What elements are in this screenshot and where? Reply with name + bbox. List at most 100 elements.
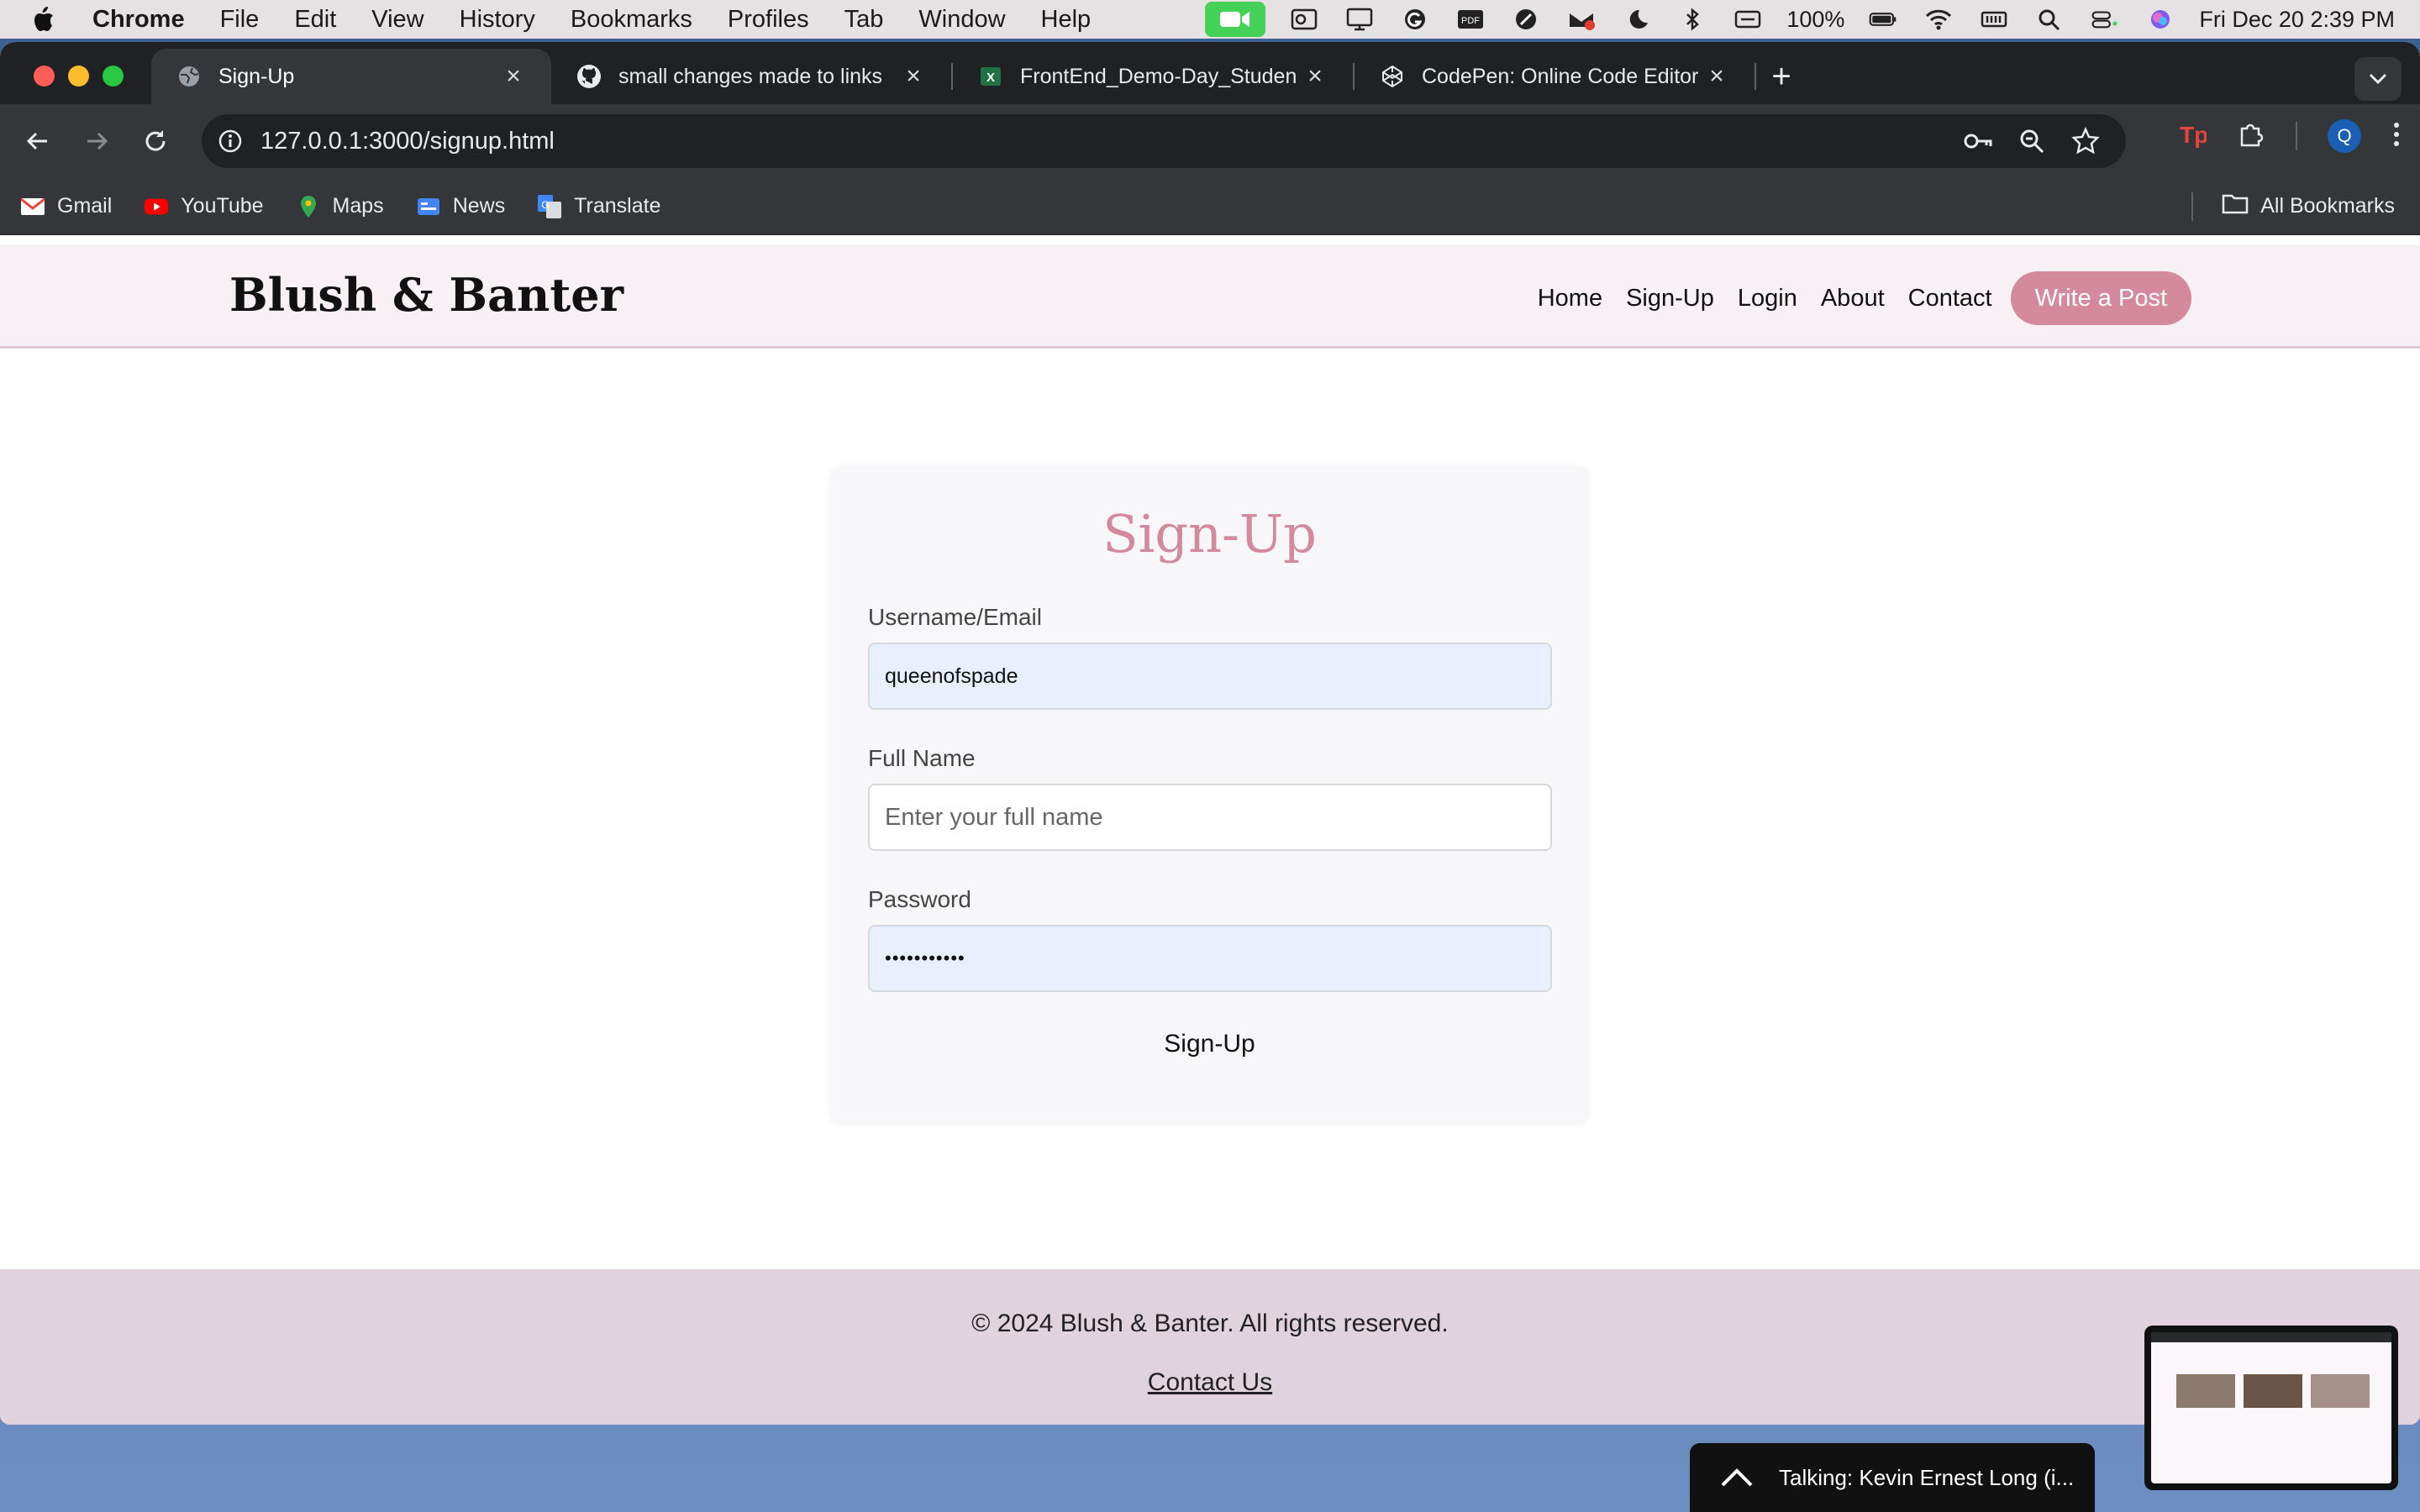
bookmark-label: Maps bbox=[332, 194, 384, 218]
facetime-icon[interactable] bbox=[1205, 2, 1266, 37]
tab-excel[interactable]: X FrontEnd_Demo-Day_Studen × bbox=[953, 49, 1353, 104]
thumbnail-image bbox=[2176, 1374, 2235, 1408]
menu-history[interactable]: History bbox=[460, 6, 535, 34]
call-status-banner[interactable]: Talking: Kevin Ernest Long (i... bbox=[1690, 1443, 2095, 1512]
fullname-label: Full Name bbox=[868, 745, 976, 771]
toolbar-divider bbox=[2296, 122, 2297, 150]
outlook-icon[interactable] bbox=[1287, 6, 1321, 33]
maximize-window-icon[interactable] bbox=[103, 66, 124, 87]
menu-file[interactable]: File bbox=[220, 6, 260, 34]
translate-icon: G bbox=[537, 194, 562, 219]
close-tab-icon[interactable]: × bbox=[1704, 62, 1729, 91]
browser-toolbar: 127.0.0.1:3000/signup.html Tp Q bbox=[0, 104, 2420, 178]
site-info-icon[interactable] bbox=[212, 128, 249, 155]
write-post-button[interactable]: Write a Post bbox=[2010, 271, 2191, 325]
username-input[interactable]: queenofspade bbox=[868, 643, 1552, 710]
github-icon bbox=[576, 64, 602, 89]
grammarly-icon[interactable] bbox=[1398, 6, 1432, 33]
display-icon[interactable] bbox=[1343, 6, 1376, 33]
pdf-icon[interactable]: PDF bbox=[1454, 6, 1487, 33]
site-logo[interactable]: Blush & Banter bbox=[229, 268, 623, 322]
nav-about[interactable]: About bbox=[1821, 285, 1885, 312]
menu-view[interactable]: View bbox=[371, 6, 424, 34]
nav-home[interactable]: Home bbox=[1538, 285, 1602, 312]
nav-contact[interactable]: Contact bbox=[1908, 285, 1992, 312]
tab-github[interactable]: small changes made to links × bbox=[551, 49, 951, 104]
gmail-notifier-icon[interactable] bbox=[1565, 6, 1598, 33]
password-key-icon[interactable] bbox=[1963, 126, 1993, 156]
tab-sign-up[interactable]: Sign-Up × bbox=[151, 49, 551, 104]
macos-menu-bar: Chrome File Edit View History Bookmarks … bbox=[0, 0, 2420, 39]
tab-title: Sign-Up bbox=[218, 64, 295, 88]
close-tab-icon[interactable]: × bbox=[501, 62, 526, 91]
minimize-window-icon[interactable] bbox=[68, 66, 89, 87]
menu-app-name[interactable]: Chrome bbox=[92, 6, 185, 34]
all-bookmarks[interactable]: All Bookmarks bbox=[2222, 192, 2395, 220]
reload-icon[interactable] bbox=[136, 122, 175, 160]
bookmark-label: Translate bbox=[574, 194, 661, 218]
url-text[interactable]: 127.0.0.1:3000/signup.html bbox=[260, 128, 1963, 155]
menubar-status-area: PDF 100% Fri Dec 20 2:39 PM bbox=[1205, 0, 2395, 39]
close-window-icon[interactable] bbox=[34, 66, 55, 87]
tool-icon[interactable] bbox=[1509, 6, 1543, 33]
contact-us-link[interactable]: Contact Us bbox=[1148, 1368, 1272, 1397]
password-label: Password bbox=[868, 886, 971, 912]
keyboard-input-icon[interactable] bbox=[1731, 6, 1765, 33]
chrome-menu-icon[interactable] bbox=[2391, 120, 2402, 153]
profile-avatar[interactable]: Q bbox=[2328, 119, 2361, 153]
moon-icon[interactable] bbox=[1620, 6, 1654, 33]
bookmark-translate[interactable]: G Translate bbox=[537, 194, 661, 219]
forward-icon[interactable] bbox=[77, 122, 116, 160]
tab-title: small changes made to links bbox=[618, 64, 883, 88]
svg-text:PDF: PDF bbox=[1461, 16, 1480, 26]
window-controls bbox=[34, 66, 124, 87]
menu-help[interactable]: Help bbox=[1041, 6, 1092, 34]
password-input[interactable]: ••••••••••• bbox=[868, 925, 1552, 992]
spotlight-search-icon[interactable] bbox=[2033, 6, 2066, 33]
zoom-icon[interactable] bbox=[2017, 126, 2047, 156]
news-icon bbox=[416, 194, 441, 219]
apple-menu-icon[interactable] bbox=[30, 5, 64, 34]
fullname-input[interactable]: Enter your full name bbox=[868, 784, 1552, 851]
nav-login[interactable]: Login bbox=[1738, 285, 1797, 312]
nav-sign-up[interactable]: Sign-Up bbox=[1626, 285, 1714, 312]
bookmarks-divider bbox=[2191, 192, 2193, 221]
new-tab-icon[interactable]: + bbox=[1756, 58, 1807, 96]
address-bar[interactable]: 127.0.0.1:3000/signup.html bbox=[202, 114, 2126, 168]
siri-icon[interactable] bbox=[2144, 6, 2177, 33]
tab-title: CodePen: Online Code Editor bbox=[1422, 64, 1699, 88]
extension-tp-icon[interactable]: Tp bbox=[2178, 121, 2208, 152]
signup-submit-button[interactable]: Sign-Up bbox=[831, 1030, 1588, 1058]
thumbnail-image bbox=[2244, 1374, 2302, 1408]
extensions-puzzle-icon[interactable] bbox=[2237, 120, 2265, 153]
control-center-icon[interactable] bbox=[2088, 6, 2122, 33]
memory-icon[interactable] bbox=[1977, 6, 2011, 33]
close-tab-icon[interactable]: × bbox=[1302, 62, 1328, 91]
menu-profiles[interactable]: Profiles bbox=[728, 6, 809, 34]
tab-search-icon[interactable] bbox=[2354, 57, 2402, 101]
menubar-clock[interactable]: Fri Dec 20 2:39 PM bbox=[2199, 7, 2395, 33]
chevron-up-icon[interactable] bbox=[1712, 1467, 1762, 1488]
screen-share-thumbnail[interactable] bbox=[2144, 1326, 2398, 1490]
youtube-icon bbox=[144, 194, 169, 219]
menu-bookmarks[interactable]: Bookmarks bbox=[571, 6, 692, 34]
close-tab-icon[interactable]: × bbox=[901, 62, 926, 91]
bookmark-news[interactable]: News bbox=[416, 194, 505, 219]
bookmark-gmail[interactable]: Gmail bbox=[20, 194, 112, 219]
tab-codepen[interactable]: CodePen: Online Code Editor × bbox=[1355, 49, 1754, 104]
all-bookmarks-label: All Bookmarks bbox=[2260, 194, 2395, 218]
wifi-icon[interactable] bbox=[1922, 6, 1955, 33]
battery-icon[interactable] bbox=[1866, 6, 1900, 33]
bookmark-star-icon[interactable] bbox=[2070, 126, 2101, 156]
signup-card: Sign-Up Username/Email queenofspade Full… bbox=[831, 466, 1588, 1121]
back-icon[interactable] bbox=[18, 122, 57, 160]
menu-edit[interactable]: Edit bbox=[294, 6, 336, 34]
page-viewport: Blush & Banter Home Sign-Up Login About … bbox=[0, 244, 2420, 1425]
bookmark-maps[interactable]: Maps bbox=[296, 194, 384, 219]
bookmark-youtube[interactable]: YouTube bbox=[144, 194, 264, 219]
thumbnail-toolbar bbox=[2151, 1332, 2391, 1342]
menu-window[interactable]: Window bbox=[918, 6, 1005, 34]
browser-window: Sign-Up × small changes made to links × … bbox=[0, 42, 2420, 1425]
menu-tab[interactable]: Tab bbox=[844, 6, 884, 34]
bluetooth-icon[interactable] bbox=[1676, 6, 1709, 33]
